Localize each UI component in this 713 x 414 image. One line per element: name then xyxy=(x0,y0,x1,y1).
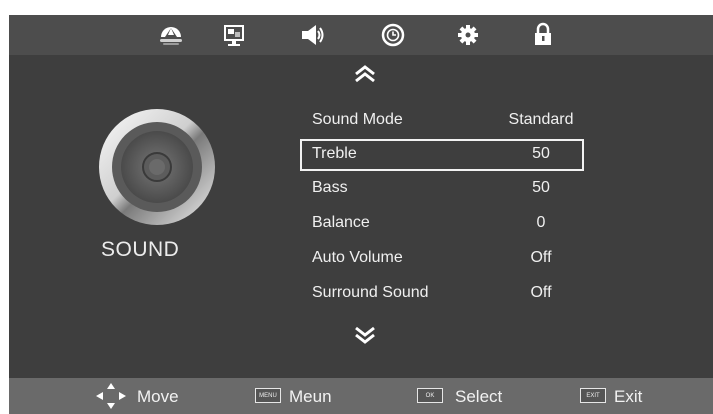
bottom-hint-bar: Move MENU Meun OK Select EXIT Exit xyxy=(9,378,713,414)
select-label: Select xyxy=(455,387,503,406)
menu-item-balance[interactable]: Balance 0 xyxy=(300,208,584,240)
menu-item-auto-volume[interactable]: Auto Volume Off xyxy=(300,243,584,275)
menu-item-label: Surround Sound xyxy=(312,284,429,301)
menu-item-value: 50 xyxy=(532,145,550,162)
ok-key-icon: OK xyxy=(417,388,443,403)
move-arrows-icon xyxy=(93,382,129,410)
clock-icon[interactable] xyxy=(380,22,406,48)
menu-item-label: Auto Volume xyxy=(312,249,403,266)
menu-item-value: 0 xyxy=(536,214,546,231)
menu-key-icon: MENU xyxy=(255,388,281,403)
menu-item-label: Sound Mode xyxy=(312,111,403,128)
menu-item-label: Bass xyxy=(312,179,348,196)
sound-icon[interactable] xyxy=(301,22,327,48)
menu-item-treble[interactable]: Treble 50 xyxy=(300,139,584,171)
menu-item-label: Treble xyxy=(312,145,357,162)
menu-item-sound-mode[interactable]: Sound Mode Standard xyxy=(300,105,584,137)
menu-item-value: 50 xyxy=(532,179,550,196)
settings-icon[interactable] xyxy=(455,22,481,48)
menu-label: Meun xyxy=(289,387,332,406)
exit-label: Exit xyxy=(614,387,643,406)
speaker-icon xyxy=(97,107,217,227)
tv-osd-screen: SOUND Sound Mode Standard Treble 50 Bass… xyxy=(9,15,713,414)
move-label: Move xyxy=(137,387,179,406)
menu-item-value: Off xyxy=(530,284,552,301)
scroll-down-icon[interactable] xyxy=(352,325,378,345)
screen-icon[interactable] xyxy=(221,22,247,48)
picture-icon[interactable] xyxy=(158,22,184,48)
scroll-up-icon[interactable] xyxy=(352,65,378,83)
menu-item-value: Standard xyxy=(508,111,574,128)
menu-item-bass[interactable]: Bass 50 xyxy=(300,173,584,205)
section-title: SOUND xyxy=(101,238,180,261)
menu-item-surround-sound[interactable]: Surround Sound Off xyxy=(300,278,584,310)
menu-item-value: Off xyxy=(530,249,552,266)
top-nav-bar xyxy=(9,15,713,55)
exit-key-icon: EXIT xyxy=(580,388,606,403)
lock-icon[interactable] xyxy=(530,22,556,48)
menu-item-label: Balance xyxy=(312,214,370,231)
